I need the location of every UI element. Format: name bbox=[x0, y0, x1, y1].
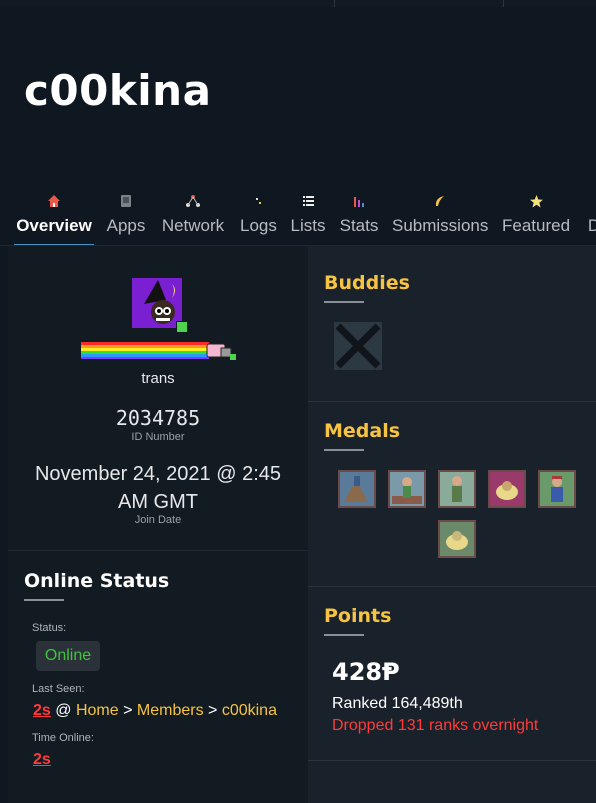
online-status-title: Online Status bbox=[24, 570, 170, 592]
section-divider bbox=[308, 401, 596, 402]
medal-icon[interactable] bbox=[338, 470, 376, 508]
profile-main: Buddies Medals Points 428Ᵽ Ranked 164,48… bbox=[308, 246, 596, 803]
tab-submissions[interactable]: Submissions bbox=[392, 194, 488, 246]
logs-icon bbox=[240, 194, 276, 212]
medal-icon[interactable] bbox=[438, 470, 476, 508]
title-underline bbox=[324, 301, 364, 303]
status-badge: Online bbox=[36, 641, 100, 671]
tab-featured[interactable]: Featured bbox=[502, 194, 570, 246]
breadcrumb-separator: > bbox=[208, 702, 218, 719]
nyan-cat-banner bbox=[81, 342, 237, 359]
tab-stats[interactable]: Stats bbox=[339, 194, 379, 246]
breadcrumb-user-link[interactable]: c00kina bbox=[222, 702, 277, 719]
apps-icon bbox=[106, 194, 146, 212]
title-underline bbox=[324, 634, 364, 636]
time-online-value: 2s bbox=[33, 751, 51, 769]
breadcrumb-separator: > bbox=[123, 702, 133, 719]
medal-icon[interactable] bbox=[488, 470, 526, 508]
profile-sidebar: trans 2034785 ID Number November 24, 202… bbox=[8, 246, 308, 803]
network-icon bbox=[160, 194, 226, 212]
avatar[interactable] bbox=[132, 278, 182, 328]
breadcrumb-members-link[interactable]: Members bbox=[137, 702, 204, 719]
home-icon bbox=[16, 194, 92, 212]
medals-title: Medals bbox=[324, 420, 401, 442]
buddy-placeholder-icon[interactable] bbox=[334, 322, 382, 370]
online-indicator bbox=[176, 321, 188, 333]
profile-tabs: Overview Apps Network Logs Lists Stats S… bbox=[0, 194, 596, 246]
section-divider bbox=[308, 760, 596, 761]
rank-change-text: Dropped 131 ranks overnight bbox=[332, 717, 539, 734]
status-label: Status: bbox=[32, 622, 67, 634]
buddies-title: Buddies bbox=[324, 272, 410, 294]
rank-text: Ranked 164,489th bbox=[332, 695, 463, 712]
tab-truncated[interactable]: D bbox=[584, 194, 596, 246]
time-online-label: Time Online: bbox=[32, 732, 94, 744]
tab-label: Overview bbox=[16, 216, 92, 235]
tab-label: Network bbox=[161, 216, 225, 235]
page-title: c00kina bbox=[24, 66, 212, 115]
id-number: 2034785 bbox=[115, 406, 201, 430]
tab-label: Submissions bbox=[392, 216, 489, 235]
title-underline bbox=[24, 599, 64, 601]
points-value: 428Ᵽ bbox=[332, 658, 400, 686]
medal-icon[interactable] bbox=[438, 520, 476, 558]
points-title: Points bbox=[324, 605, 392, 627]
medal-icon[interactable] bbox=[538, 470, 576, 508]
online-indicator-small bbox=[230, 354, 236, 360]
breadcrumb-home-link[interactable]: Home bbox=[76, 702, 119, 719]
tab-lists[interactable]: Lists bbox=[290, 194, 326, 246]
tab-apps[interactable]: Apps bbox=[106, 194, 146, 246]
id-number-label: ID Number bbox=[131, 431, 185, 443]
last-seen-time-link[interactable]: 2s bbox=[33, 702, 51, 719]
section-divider bbox=[308, 586, 596, 587]
title-underline bbox=[324, 449, 364, 451]
tab-label: Lists bbox=[290, 216, 326, 235]
last-seen-value: 2s @ Home > Members > c00kina bbox=[33, 702, 277, 720]
star-icon bbox=[502, 194, 570, 212]
join-date-label: Join Date bbox=[134, 514, 182, 526]
last-seen-label: Last Seen: bbox=[32, 683, 85, 695]
tab-label: Apps bbox=[106, 216, 146, 235]
section-divider bbox=[8, 550, 308, 551]
tab-label: D bbox=[587, 216, 596, 235]
medal-icon[interactable] bbox=[388, 470, 426, 508]
tab-label: Featured bbox=[502, 216, 571, 235]
tab-logs[interactable]: Logs bbox=[240, 194, 277, 246]
tab-overview[interactable]: Overview bbox=[14, 194, 94, 246]
list-icon bbox=[290, 194, 326, 212]
gender-label: trans bbox=[141, 370, 175, 387]
tab-network[interactable]: Network bbox=[160, 194, 226, 246]
tab-label: Logs bbox=[240, 216, 277, 235]
submissions-icon bbox=[392, 194, 488, 212]
stats-icon bbox=[339, 194, 379, 212]
time-online-link[interactable]: 2s bbox=[33, 751, 51, 768]
at-sign: @ bbox=[55, 702, 72, 719]
join-date: November 24, 2021 @ 2:45 AM GMT bbox=[34, 463, 281, 513]
tab-label: Stats bbox=[339, 216, 379, 235]
top-strip bbox=[0, 0, 596, 7]
